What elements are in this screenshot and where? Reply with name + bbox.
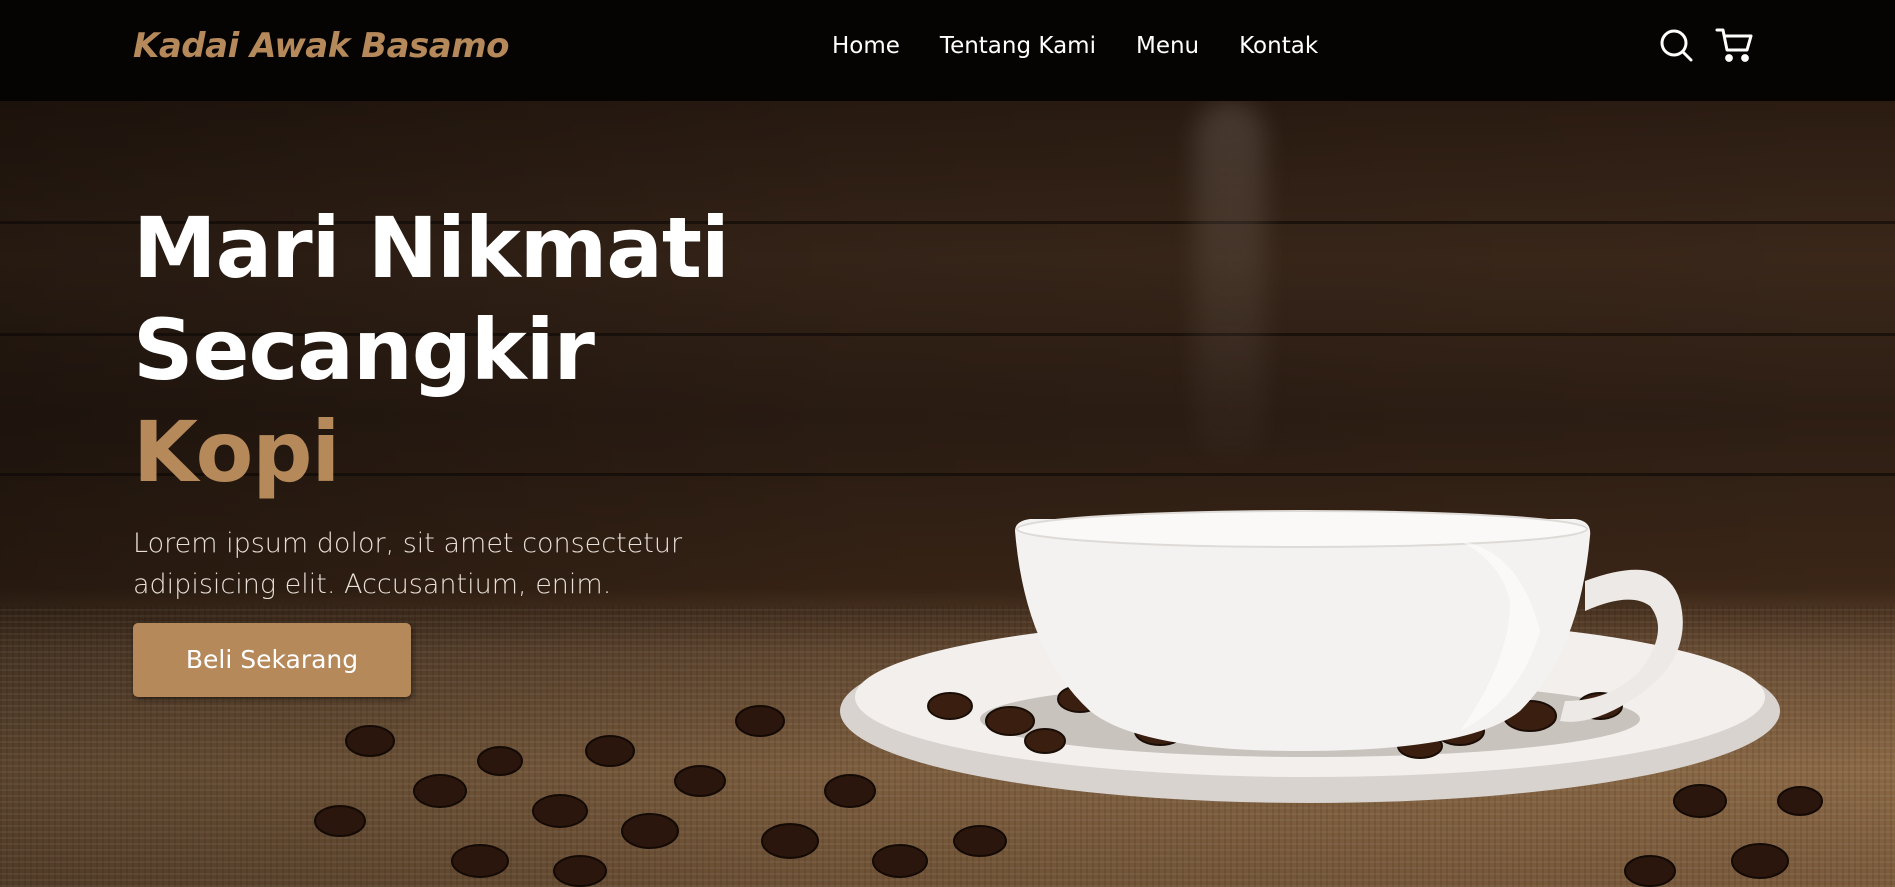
site-logo[interactable]: Kadai Awak Basamo (133, 26, 509, 66)
cart-icon[interactable] (1715, 26, 1753, 64)
nav-link-kontak[interactable]: Kontak (1239, 33, 1318, 59)
navbar: Kadai Awak Basamo Home Tentang Kami Menu… (0, 0, 1895, 101)
hero-title-accent: Kopi (133, 403, 340, 501)
coffee-cup-image (840, 510, 1780, 803)
nav-link-home[interactable]: Home (832, 33, 900, 59)
nav-link-tentang-kami[interactable]: Tentang Kami (940, 33, 1096, 59)
hero-description: Lorem ipsum dolor, sit amet consectetur … (133, 528, 683, 600)
nav-icons (1657, 26, 1753, 64)
hero-title-line: Secangkir (133, 301, 595, 399)
hero-title-line: Mari Nikmati (133, 199, 730, 297)
nav-link-menu[interactable]: Menu (1136, 33, 1199, 59)
search-icon[interactable] (1657, 26, 1695, 64)
buy-now-button[interactable]: Beli Sekarang (133, 623, 411, 697)
hero-section: Mari Nikmati Secangkir Kopi Lorem ipsum … (0, 101, 1895, 887)
hero-title: Mari Nikmati Secangkir Kopi (133, 197, 753, 503)
nav-links: Home Tentang Kami Menu Kontak (832, 33, 1358, 59)
hero-content: Mari Nikmati Secangkir Kopi Lorem ipsum … (133, 197, 753, 697)
